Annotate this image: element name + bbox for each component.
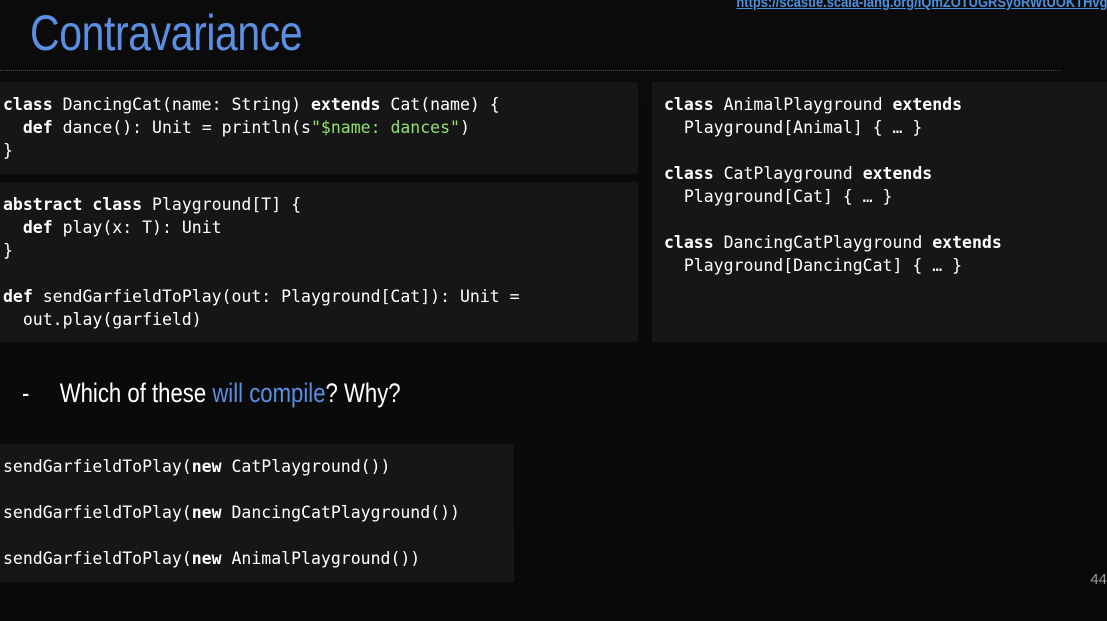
question-highlight: will compile	[212, 378, 326, 408]
code-text: AnimalPlayground	[713, 95, 893, 114]
code-keyword: extends	[892, 95, 963, 114]
code-keyword: def	[3, 287, 33, 306]
code-string-literal: "$name: dances"	[310, 118, 460, 137]
code-keyword: class	[664, 233, 714, 252]
code-line: }	[3, 141, 13, 160]
code-block-dancingcat: class DancingCat(name: String) extends C…	[0, 82, 638, 174]
code-text: )	[459, 118, 470, 137]
code-line: class AnimalPlayground extends	[664, 93, 1107, 116]
code-keyword: class	[3, 95, 53, 114]
code-keyword: def	[22, 118, 53, 137]
code-line: def play(x: T): Unit	[3, 216, 638, 239]
code-line: Playground[Animal] { … }	[664, 118, 923, 137]
code-text: CatPlayground())	[221, 457, 391, 476]
code-line: class DancingCatPlayground extends	[664, 231, 1107, 254]
code-text: Playground[T] {	[142, 195, 302, 214]
code-keyword: extends	[862, 164, 933, 183]
question-bullet: - Which of these will compile? Why?	[22, 378, 401, 409]
code-keyword: new	[191, 549, 222, 568]
code-line: out.play(garfield)	[3, 310, 202, 329]
code-text: sendGarfieldToPlay(out: Playground[Cat])…	[32, 287, 520, 306]
code-line: sendGarfieldToPlay(new CatPlayground())	[3, 455, 514, 478]
code-text: DancingCatPlayground())	[221, 503, 460, 522]
code-text: sendGarfieldToPlay(	[3, 457, 192, 476]
code-line: class CatPlayground extends	[664, 162, 1107, 185]
code-block-playground: abstract class Playground[T] { def play(…	[0, 182, 638, 342]
slide-title: Contravariance	[30, 5, 303, 61]
code-text: sendGarfieldToPlay(	[3, 549, 192, 568]
code-line: abstract class Playground[T] {	[3, 193, 638, 216]
code-line: Playground[DancingCat] { … }	[664, 256, 963, 275]
code-keyword: def	[22, 218, 53, 237]
code-keyword: extends	[932, 233, 1002, 252]
code-line: def sendGarfieldToPlay(out: Playground[C…	[3, 285, 638, 308]
code-text: play(x: T): Unit	[52, 218, 222, 237]
question-text: Which of these	[59, 378, 213, 408]
code-line: }	[3, 241, 13, 260]
code-text: DancingCat(name: String)	[52, 95, 311, 114]
code-line: sendGarfieldToPlay(new AnimalPlayground(…	[3, 547, 514, 570]
question-text-end: ? Why?	[325, 378, 401, 408]
code-keyword: class	[92, 195, 143, 214]
code-text: DancingCatPlayground	[713, 233, 933, 252]
code-text: Cat(name) {	[380, 95, 500, 114]
page-number: 44	[1090, 571, 1107, 588]
code-block-playground-subclasses: class AnimalPlayground extends Playgroun…	[652, 82, 1107, 342]
code-block-calls: sendGarfieldToPlay(new CatPlayground()) s…	[0, 444, 514, 582]
scastie-link[interactable]: https://scastie.scala-lang.org/IQmZOTUGR…	[736, 0, 1107, 11]
slide: Contravariance https://scastie.scala-lan…	[0, 0, 1107, 621]
code-text: sendGarfieldToPlay(	[3, 503, 192, 522]
code-keyword: extends	[310, 95, 381, 114]
code-keyword: abstract	[3, 195, 83, 214]
code-line: sendGarfieldToPlay(new DancingCatPlaygro…	[3, 501, 514, 524]
bullet-dash: -	[22, 378, 30, 408]
code-text: CatPlayground	[713, 164, 863, 183]
code-text: dance(): Unit = println(s	[52, 118, 311, 137]
title-divider	[0, 70, 1060, 71]
code-line: Playground[Cat] { … }	[664, 187, 893, 206]
code-text: AnimalPlayground())	[221, 549, 421, 568]
code-keyword: class	[664, 95, 714, 114]
code-keyword: class	[664, 164, 714, 183]
code-line: class DancingCat(name: String) extends C…	[3, 93, 638, 116]
code-keyword: new	[191, 503, 222, 522]
code-keyword: new	[191, 457, 222, 476]
code-line: def dance(): Unit = println(s"$name: dan…	[3, 116, 638, 139]
